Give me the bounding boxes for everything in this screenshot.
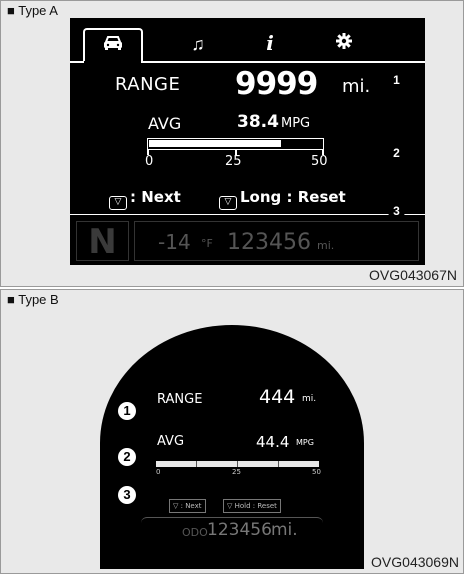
figure-code-a: OVG043067N [369, 267, 457, 283]
range-label: RANGE [115, 74, 181, 95]
gear-icon[interactable] [332, 32, 356, 52]
gauge-tick-label: 50 [311, 154, 328, 169]
fuel-economy-gauge-fill [149, 140, 281, 147]
type-b-label: ■ Type B [7, 292, 59, 307]
reset-hint-label: Long : Reset [240, 188, 346, 206]
range-unit: mi. [342, 76, 371, 97]
gauge-tick-label-b: 0 [156, 468, 161, 476]
avg-value-b: 44.4 [256, 433, 290, 451]
type-a-panel: ■ Type A ♫ i RANGE 9999 mi. AVG 38.4 MPG… [0, 0, 464, 287]
fuel-economy-gauge [147, 138, 324, 150]
odometer-prefix-b: ODO [182, 526, 208, 539]
car-icon[interactable] [101, 35, 125, 55]
gauge-tick-label-b: 50 [312, 468, 321, 476]
type-a-cluster-display: ♫ i RANGE 9999 mi. AVG 38.4 MPG 0 25 50 … [70, 18, 425, 265]
gauge-tick-label: 0 [145, 154, 154, 169]
avg-value: 38.4 [237, 112, 279, 132]
callout-3-b: 3 [118, 486, 136, 504]
odometer-unit-b: mi. [271, 520, 298, 540]
type-a-label: ■ Type A [7, 3, 58, 18]
next-button-hint-b: ▽ : Next [169, 499, 206, 513]
next-hint-label: : Next [130, 188, 181, 206]
figure-code-b: OVG043069N [371, 554, 459, 570]
reset-button-hint: ▽ Long : Reset [219, 188, 346, 210]
gauge-tick-label: 25 [225, 154, 242, 169]
music-note-icon[interactable]: ♫ [186, 34, 210, 54]
avg-label-b: AVG [157, 434, 185, 449]
next-button-hint: ▽: Next [109, 188, 181, 210]
outside-temperature: -14 [158, 230, 191, 254]
avg-unit: MPG [281, 116, 311, 131]
odometer-value: 123456 [227, 230, 311, 255]
avg-label: AVG [148, 114, 182, 133]
avg-unit-b: MPG [296, 438, 314, 447]
gauge-tick-label-b: 25 [232, 468, 241, 476]
car-icon-svg [104, 36, 122, 50]
info-icon[interactable]: i [258, 33, 282, 53]
range-value: 9999 [235, 66, 318, 102]
callout-3: 3 [388, 203, 405, 220]
range-label-b: RANGE [157, 392, 203, 407]
temperature-unit: °F [201, 237, 213, 250]
down-triangle-button-icon: ▽ [219, 196, 237, 210]
odometer-value-b: 123456 [207, 520, 272, 540]
range-value-b: 444 [259, 386, 296, 408]
odometer-unit: mi. [317, 239, 335, 252]
fuel-economy-gauge-b [156, 461, 319, 467]
reset-button-hint-b: ▽ Hold : Reset [223, 499, 281, 513]
gear-indicator: N [76, 221, 129, 262]
range-unit-b: mi. [302, 394, 317, 404]
callout-1: 1 [388, 72, 405, 89]
callout-2: 2 [388, 145, 405, 162]
down-triangle-button-icon: ▽ [109, 196, 127, 210]
type-b-panel: ■ Type B RANGE 444 mi. AVG 44.4 MPG 0 25… [0, 289, 464, 574]
callout-1-b: 1 [118, 402, 136, 420]
gear-icon-svg [336, 33, 352, 49]
callout-2-b: 2 [118, 448, 136, 466]
